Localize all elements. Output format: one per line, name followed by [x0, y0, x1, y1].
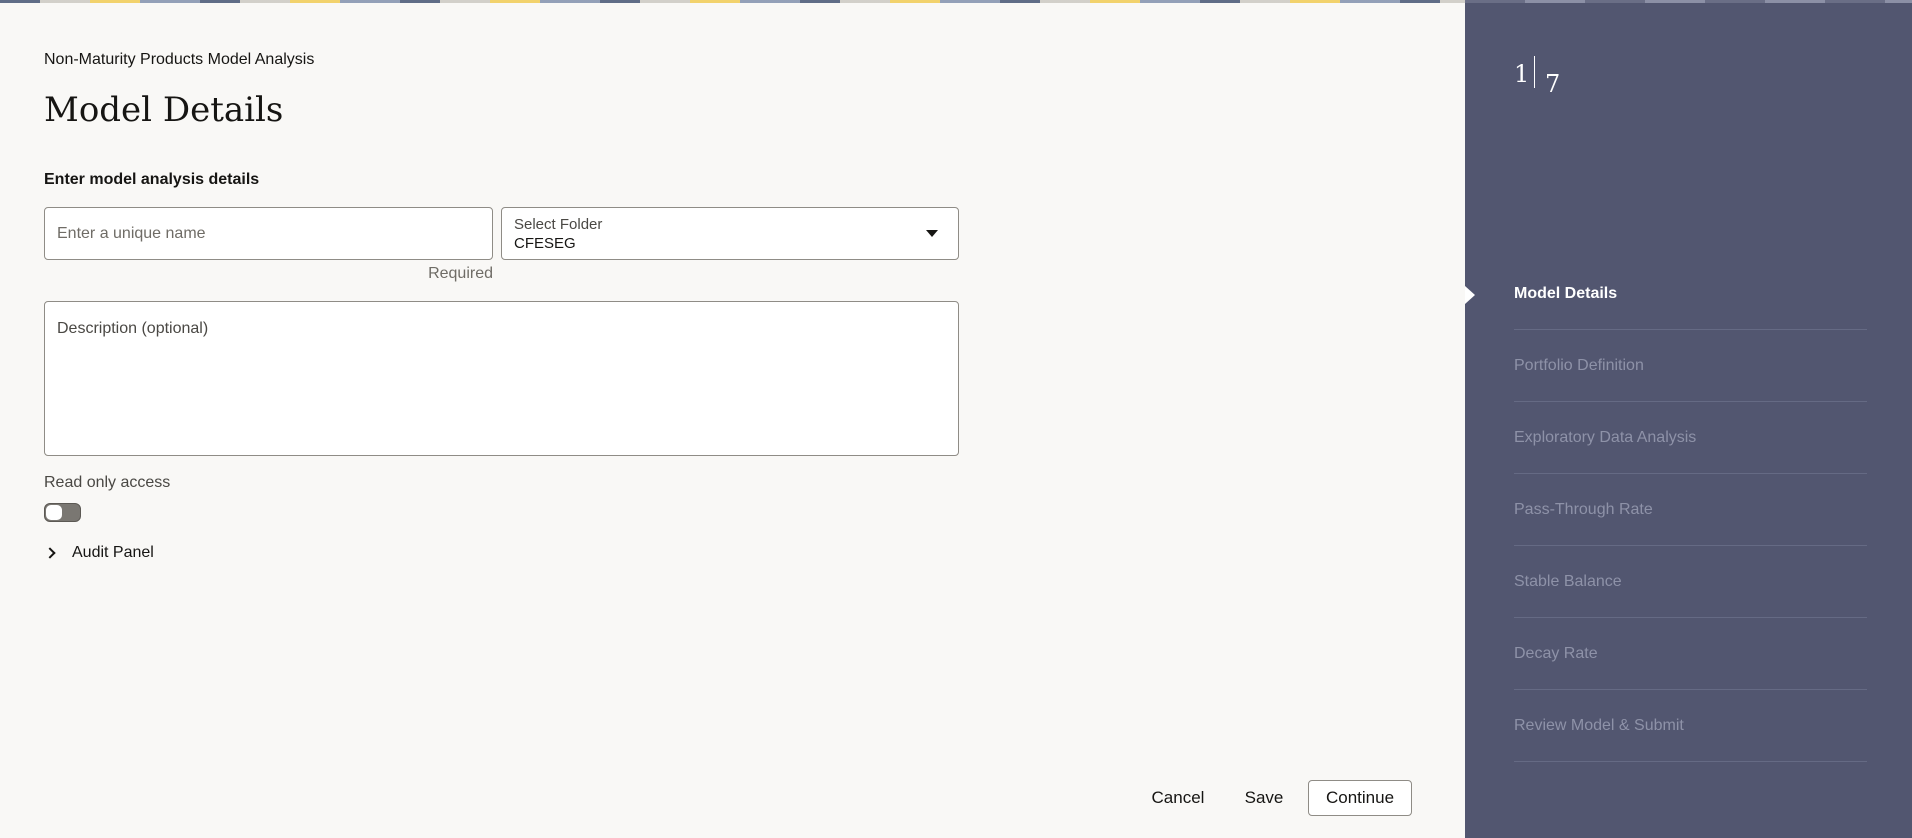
folder-select-label: Select Folder: [514, 216, 603, 233]
description-input[interactable]: [45, 302, 958, 455]
step-pass-through-rate[interactable]: Pass-Through Rate: [1514, 474, 1867, 546]
triangle-pointer-icon: [1465, 286, 1475, 304]
chevron-right-icon: [44, 547, 56, 559]
step-decay-rate[interactable]: Decay Rate: [1514, 618, 1867, 690]
folder-select[interactable]: Select Folder CFESEG: [501, 207, 959, 260]
name-input[interactable]: [45, 208, 492, 259]
step-stable-balance[interactable]: Stable Balance: [1514, 546, 1867, 618]
step-exploratory-data-analysis[interactable]: Exploratory Data Analysis: [1514, 402, 1867, 474]
cancel-button[interactable]: Cancel: [1140, 780, 1216, 816]
main-content: Non-Maturity Products Model Analysis Mod…: [0, 0, 1465, 838]
current-step-number: 1: [1514, 60, 1530, 88]
name-required-helper: Required: [428, 265, 493, 282]
folder-select-value: CFESEG: [514, 235, 576, 252]
step-review-model-submit[interactable]: Review Model & Submit: [1514, 690, 1867, 762]
save-button[interactable]: Save: [1236, 780, 1292, 816]
audit-panel-toggle[interactable]: Audit Panel: [44, 541, 154, 565]
description-field[interactable]: [44, 301, 959, 456]
sidebar-decorative-strip: [1465, 0, 1912, 3]
continue-button[interactable]: Continue: [1308, 780, 1412, 816]
toggle-knob: [46, 505, 62, 520]
read-only-toggle[interactable]: [44, 503, 81, 522]
section-label: Enter model analysis details: [44, 171, 260, 188]
read-only-label: Read only access: [44, 474, 171, 491]
train-sidebar: 1 7 Model Details Portfolio Definition E…: [1465, 0, 1912, 838]
train-steps: Model Details Portfolio Definition Explo…: [1514, 258, 1867, 762]
audit-panel-label: Audit Panel: [72, 544, 154, 561]
step-portfolio-definition[interactable]: Portfolio Definition: [1514, 330, 1867, 402]
breadcrumb: Non-Maturity Products Model Analysis: [44, 51, 315, 68]
name-field[interactable]: [44, 207, 493, 260]
step-model-details[interactable]: Model Details: [1514, 258, 1867, 330]
total-steps-number: 7: [1545, 70, 1561, 98]
caret-down-icon[interactable]: [926, 230, 938, 237]
page-title: Model Details: [44, 90, 284, 130]
step-counter-divider: [1534, 56, 1535, 88]
